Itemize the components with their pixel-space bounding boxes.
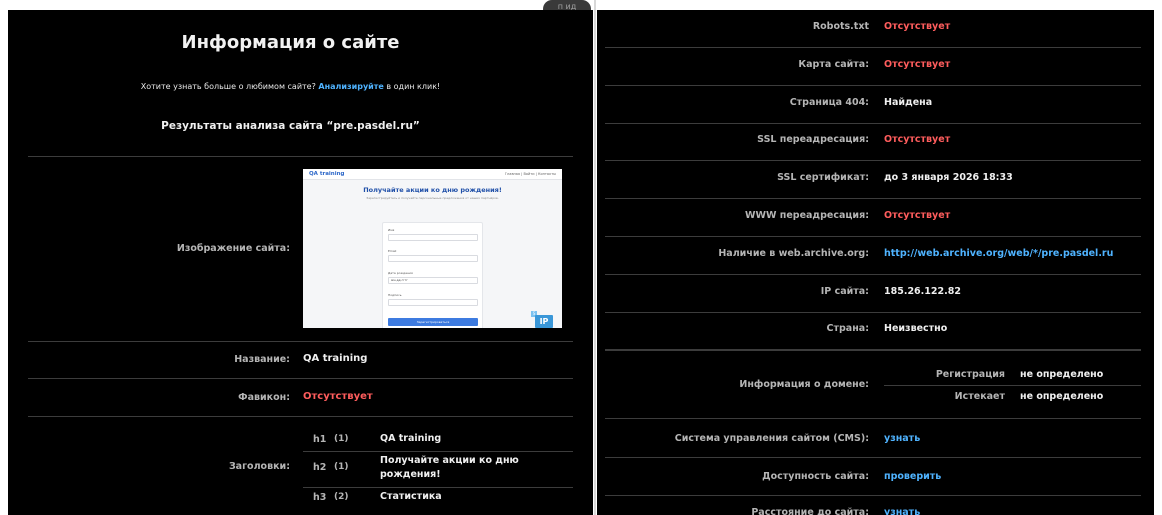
separator [28, 156, 573, 157]
thumb-form: Имя Email Дата рождения мм.дд.гггг Подпи… [382, 222, 483, 328]
site-screenshot: QA training Главная | Войти | Контакты П… [303, 169, 562, 328]
distance-label: Расстояние до сайта: [751, 507, 869, 515]
ssl-redirect-label: SSL переадресация: [757, 134, 869, 146]
separator [605, 84, 1141, 86]
availability-label: Доступность сайта: [762, 471, 869, 482]
ssl-redirect-value: Отсутствует [884, 134, 951, 146]
thumb-field-label: Имя [388, 228, 395, 232]
analyze-link[interactable]: Анализируйте [318, 82, 383, 91]
heading-tag: h2 [313, 462, 327, 473]
panel-divider[interactable] [594, 0, 596, 515]
thumb-subtext: Зарегистрируйтесь и получайте персональн… [366, 196, 499, 200]
heading-tag: h1 [313, 434, 327, 445]
domain-expiry-label: Истекает [954, 391, 1005, 402]
ip-address-label: IP сайта: [820, 285, 869, 297]
heading-tag: h3 [313, 492, 327, 503]
separator [605, 457, 1141, 458]
robots-txt-value: Отсутствует [884, 21, 951, 32]
separator [605, 418, 1141, 419]
separator [28, 341, 573, 342]
thumb-ip-badge: IP [535, 315, 553, 328]
cms-label: Система управления сайтом (CMS): [674, 433, 869, 444]
site-image-label: Изображение сайта: [176, 243, 290, 254]
www-redirect-value: Отсутствует [884, 210, 951, 221]
country-label: Страна: [826, 323, 869, 335]
heading-count: (2) [334, 492, 349, 502]
page-404-label: Страница 404: [789, 96, 869, 108]
page-title: Информация о сайте [181, 32, 400, 53]
sitemap-value: Отсутствует [884, 58, 951, 70]
heading-text: Получайте акции ко дню рождения! [380, 455, 519, 480]
ssl-certificate-value: до 3 января 2026 18:33 [884, 172, 1013, 184]
separator [605, 495, 1141, 496]
heading-text: Статистика [380, 491, 442, 502]
separator [605, 236, 1141, 237]
thumb-input [388, 299, 478, 306]
separator [605, 350, 1141, 351]
separator [605, 47, 1141, 48]
separator [884, 385, 1141, 386]
favicon-value: Отсутствует [303, 391, 373, 402]
heading-text: QA training [380, 433, 442, 444]
robots-txt-label: Robots.txt [812, 21, 869, 32]
heading-count: (1) [334, 434, 349, 444]
results-title: Результаты анализа сайта “pre.pasdel.ru” [161, 120, 420, 132]
heading-count: (1) [334, 462, 349, 472]
separator [303, 487, 573, 488]
separator [303, 451, 573, 452]
sitemap-label: Карта сайта: [798, 58, 869, 70]
site-check-panel: Robots.txt Отсутствует Карта сайта: Отсутст… [597, 10, 1154, 515]
cms-link[interactable]: узнать [884, 433, 920, 444]
availability-link[interactable]: проверить [884, 471, 941, 482]
web-archive-label: Наличие в web.archive.org: [718, 247, 869, 259]
separator [605, 273, 1141, 275]
thumb-input [388, 234, 478, 241]
intro-text: Хотите узнать больше о любимом сайте? Ан… [8, 82, 573, 91]
thumb-field-label: Email [388, 249, 397, 253]
domain-registration-label: Регистрация [935, 369, 1005, 380]
separator [605, 198, 1141, 200]
domain-expiry-value: не определено [1020, 391, 1104, 402]
intro-suffix: в один клик! [386, 82, 441, 91]
thumb-heading: Получайте акции ко дню рождения! [363, 186, 502, 194]
name-label: Название: [234, 354, 290, 365]
thumb-field-label: Дата рождения [388, 271, 413, 275]
ssl-certificate-label: SSL сертификат: [777, 172, 869, 184]
thumb-field-label: Подпись [388, 293, 402, 297]
domain-info-label: Информация о домене: [739, 379, 869, 390]
domain-registration-value: не определено [1020, 369, 1104, 380]
separator [605, 160, 1141, 162]
thumb-submit-button: Зарегистрироваться [388, 318, 478, 326]
favicon-label: Фавикон: [238, 392, 290, 403]
headings-label: Заголовки: [228, 461, 290, 472]
web-archive-value[interactable]: http://web.archive.org/web/*/pre.pasdel.… [884, 248, 1113, 259]
thumb-header: QA training Главная | Войти | Контакты [303, 169, 562, 180]
separator [28, 416, 573, 417]
thumb-logo: QA training [309, 171, 345, 177]
distance-link[interactable]: узнать [884, 507, 920, 515]
thumb-nav: Главная | Войти | Контакты [504, 172, 556, 176]
country-value: Неизвестно [884, 323, 948, 335]
ip-address-value: 185.26.122.82 [884, 285, 961, 297]
www-redirect-label: WWW переадресация: [745, 210, 869, 221]
separator [605, 122, 1141, 124]
separator [28, 378, 573, 379]
intro-prefix: Хотите узнать больше о любимом сайте? [140, 82, 316, 91]
thumb-input [388, 255, 478, 262]
page-404-value: Найдена [884, 96, 933, 108]
site-info-panel: Информация о сайте Хотите узнать больше … [8, 10, 593, 515]
name-value: QA training [303, 353, 368, 364]
separator [605, 311, 1141, 313]
thumb-date-input: мм.дд.гггг [388, 277, 478, 284]
